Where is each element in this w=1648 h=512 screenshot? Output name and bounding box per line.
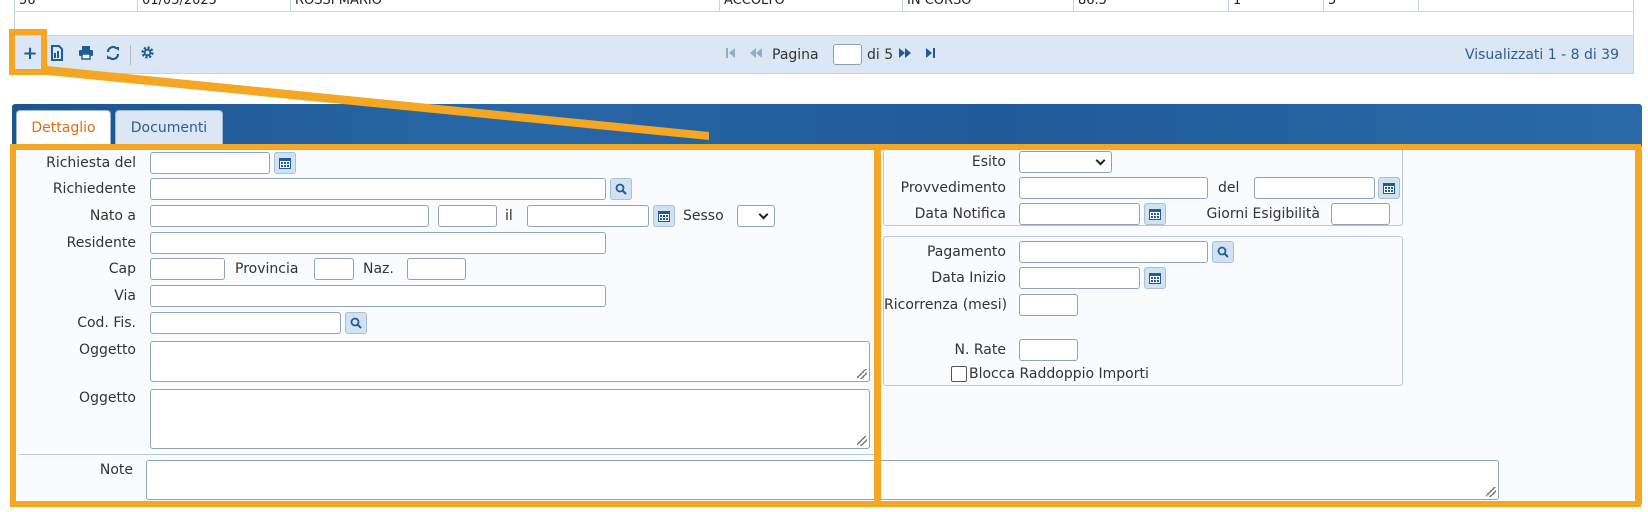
connector-line [47, 66, 709, 140]
highlight-divider-bar [874, 150, 881, 502]
highlight-form-region [10, 144, 1641, 507]
